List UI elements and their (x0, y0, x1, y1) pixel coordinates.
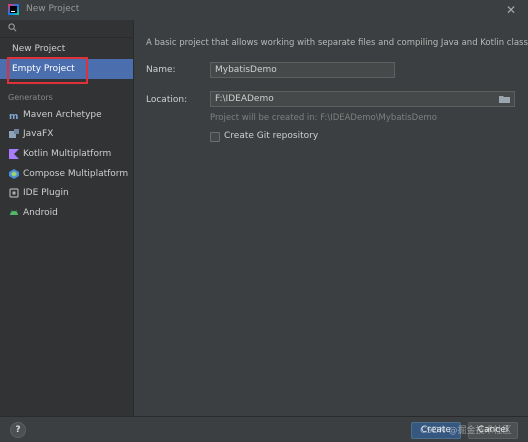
cancel-button[interactable]: Cancel (468, 422, 518, 439)
folder-icon[interactable] (499, 95, 510, 103)
create-git-repo-checkbox[interactable] (210, 132, 220, 142)
generator-label: Compose Multiplatform (23, 169, 129, 179)
search-icon (8, 23, 17, 32)
generator-label: IDE Plugin (23, 188, 69, 198)
generator-item-kotlin-multiplatform[interactable]: Kotlin Multiplatform (0, 145, 133, 163)
compose-icon (9, 169, 19, 179)
plugin-icon (9, 188, 19, 198)
sidebar-search[interactable] (0, 20, 133, 38)
javafx-icon (9, 129, 19, 138)
name-field-value: MybatisDemo (215, 65, 277, 75)
name-field[interactable]: MybatisDemo (210, 62, 395, 78)
dialog-footer: ? Create Cancel (0, 416, 528, 442)
name-label: Name: (146, 65, 176, 75)
generator-label: Maven Archetype (23, 110, 102, 120)
sidebar-item-new-project[interactable]: New Project (0, 39, 133, 59)
location-label: Location: (146, 95, 188, 105)
location-field-value: F:\IDEADemo (215, 94, 274, 104)
generator-item-maven-archetype[interactable]: m Maven Archetype (0, 106, 133, 124)
generator-label: JavaFX (23, 129, 54, 139)
generator-item-compose-multiplatform[interactable]: Compose Multiplatform (0, 165, 133, 183)
annotation-highlight-box (7, 57, 88, 84)
location-hint: Project will be created in: F:\IDEADemo\… (210, 113, 437, 123)
generators-heading: Generators (8, 93, 53, 102)
generator-item-android[interactable]: Android (0, 204, 133, 222)
generator-item-javafx[interactable]: JavaFX (0, 125, 133, 143)
android-icon (10, 210, 18, 215)
help-button[interactable]: ? (10, 422, 26, 438)
kotlin-icon (9, 149, 19, 159)
sidebar-item-label: New Project (12, 44, 66, 54)
title-bar: New Project ✕ (0, 0, 528, 20)
project-settings-panel: A basic project that allows working with… (134, 20, 528, 416)
project-type-sidebar: New Project Empty Project Generators m M… (0, 20, 134, 416)
location-field[interactable]: F:\IDEADemo (210, 91, 515, 107)
generator-label: Android (23, 208, 58, 218)
maven-icon: m (9, 112, 18, 120)
close-icon[interactable]: ✕ (506, 2, 516, 18)
generator-label: Kotlin Multiplatform (23, 149, 112, 159)
project-description: A basic project that allows working with… (146, 38, 528, 48)
generator-item-ide-plugin[interactable]: IDE Plugin (0, 184, 133, 202)
create-git-repo-label[interactable]: Create Git repository (224, 131, 318, 141)
intellij-logo-icon (8, 4, 19, 15)
window-title: New Project (26, 4, 80, 14)
svg-text:m: m (9, 112, 18, 120)
create-button[interactable]: Create (411, 422, 461, 439)
